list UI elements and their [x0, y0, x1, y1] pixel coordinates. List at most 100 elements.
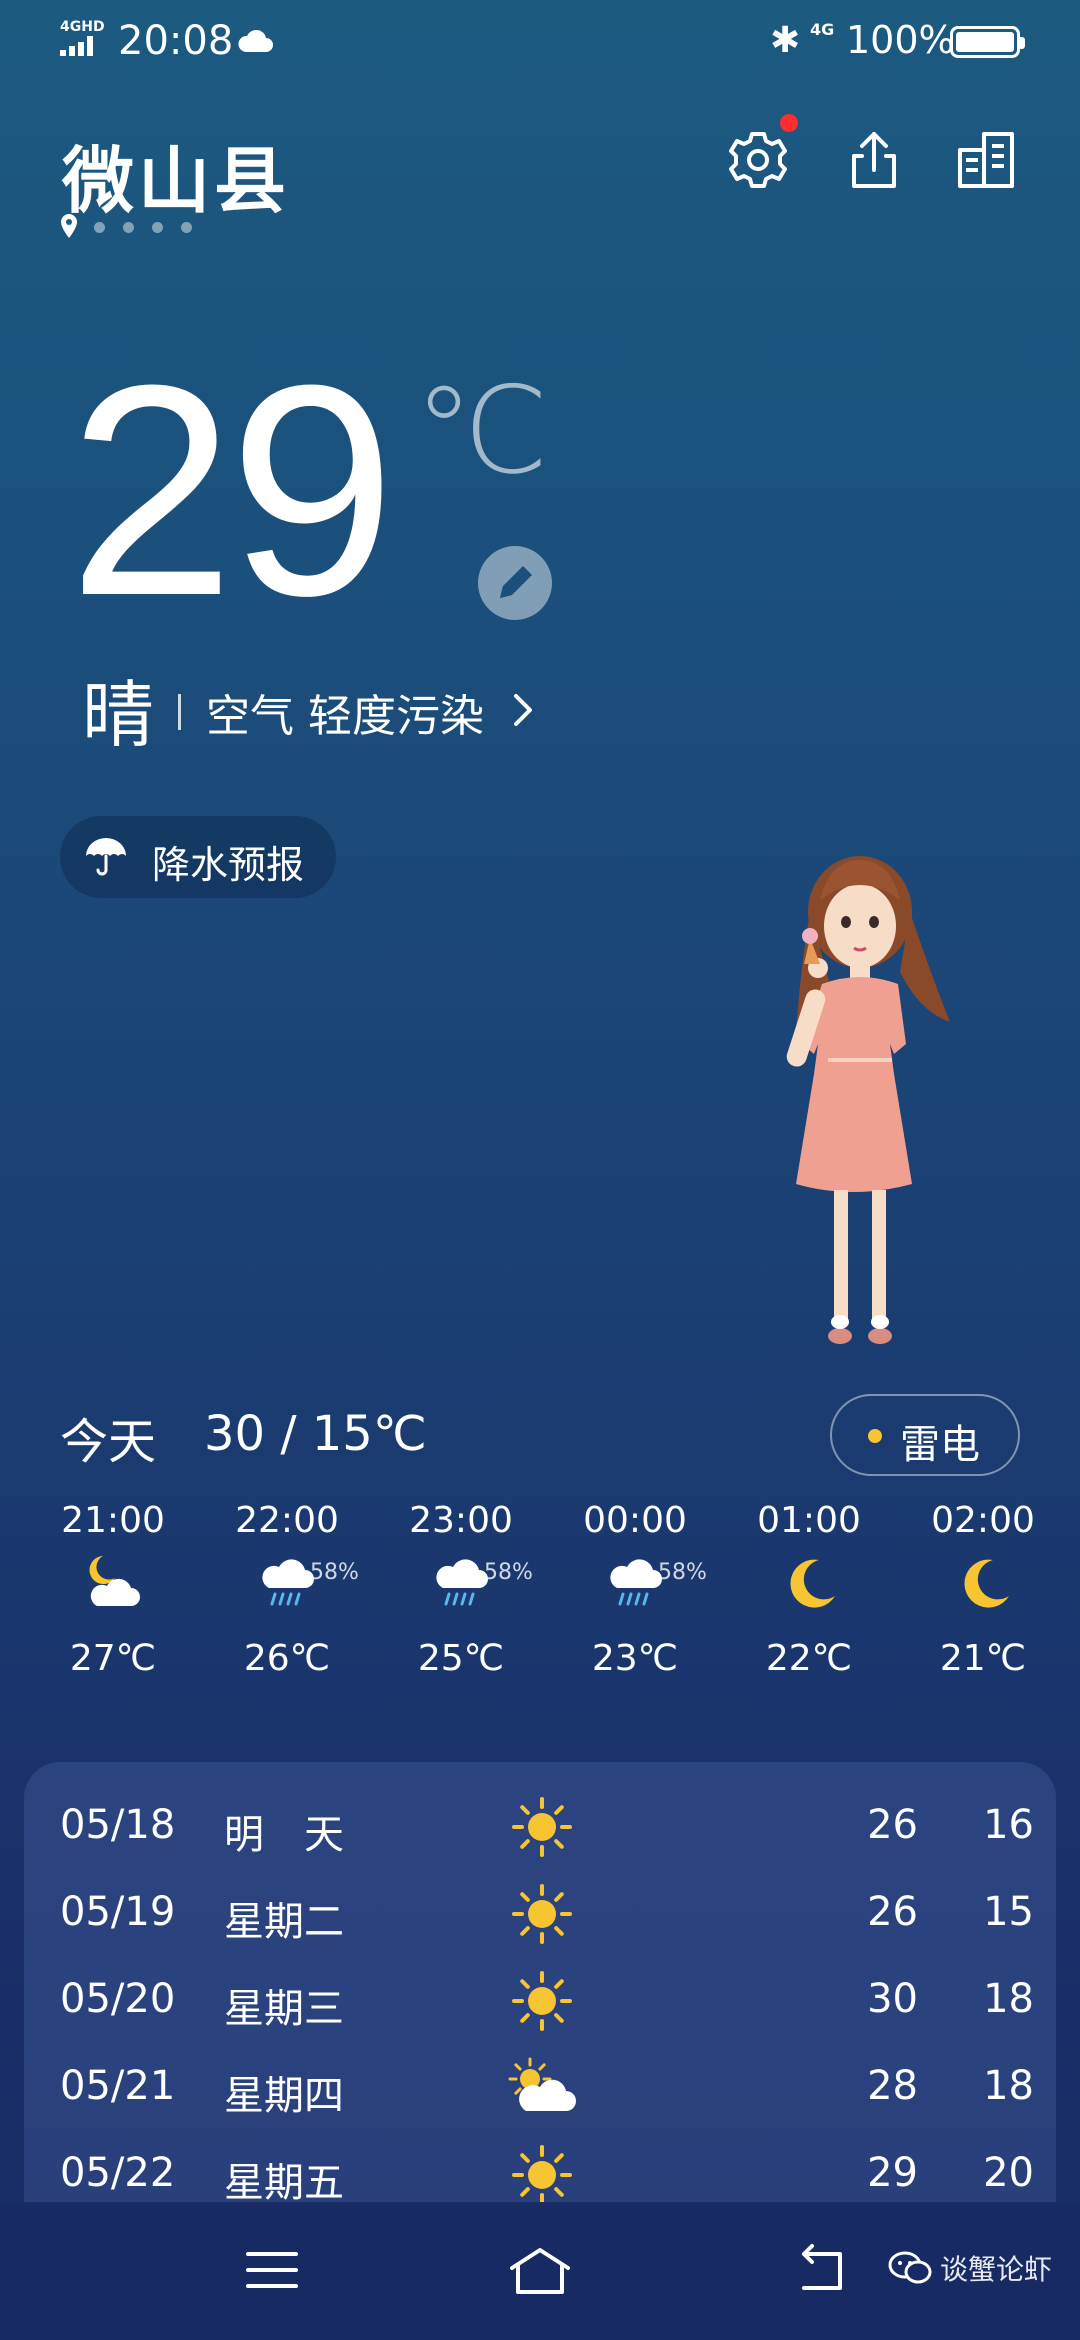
daily-date: 05/19 — [60, 1889, 176, 1935]
back-icon[interactable] — [790, 2242, 854, 2298]
hourly-temperature: 25℃ — [417, 1638, 505, 1679]
hourly-time: 21:00 — [61, 1500, 165, 1541]
daily-row[interactable]: 05/22 星期五 29 20 — [24, 2132, 1056, 2202]
air-quality-link[interactable]: 空气 轻度污染 — [206, 680, 484, 744]
weather-alert-label: 雷电 — [900, 1422, 980, 1468]
sun-icon — [504, 1970, 580, 2032]
daily-forecast-card[interactable]: 05/18 明 天 26 16 05/19 星期二 26 15 05/20 星期三 30 18 05/2… — [24, 1762, 1056, 2202]
page-dot — [123, 222, 134, 233]
status-bar: 4GHD 20:08 ✱ 4G 100% — [0, 0, 1080, 84]
daily-row[interactable]: 05/21 星期四 28 18 — [24, 2045, 1056, 2131]
menu-icon[interactable] — [240, 2242, 304, 2298]
signal-icon — [60, 36, 93, 56]
alert-dot-icon — [868, 1429, 882, 1443]
divider — [178, 694, 181, 730]
chevron-right-icon[interactable] — [508, 690, 538, 730]
hourly-time: 00:00 — [583, 1500, 687, 1541]
edit-button[interactable] — [478, 546, 552, 620]
page-dot — [152, 222, 163, 233]
navigation-bar: 谈蟹论虾 — [0, 2204, 1080, 2340]
hourly-time: 22:00 — [235, 1500, 339, 1541]
page-dot — [94, 222, 105, 233]
daily-date: 05/22 — [60, 2150, 176, 2196]
daily-high-temperature: 26 — [867, 1889, 918, 1935]
mobile-data-indicator: 4G — [810, 20, 835, 39]
daily-weekday: 星期二 — [224, 1899, 344, 1945]
today-label: 今天 — [60, 1414, 157, 1470]
hourly-temperature: 27℃ — [69, 1638, 157, 1679]
bluetooth-icon: ✱ — [770, 20, 801, 61]
hourly-temperature: 22℃ — [765, 1638, 853, 1679]
city-management-icon[interactable] — [954, 128, 1018, 192]
wechat-icon — [888, 2251, 932, 2284]
daily-row[interactable]: 05/18 明 天 26 16 — [24, 1784, 1056, 1870]
sun-icon — [504, 2144, 580, 2202]
hourly-item: 21:00 27℃ — [28, 1494, 198, 1694]
hourly-time: 23:00 — [409, 1500, 513, 1541]
page-dot — [181, 222, 192, 233]
battery-level — [956, 32, 1014, 52]
daily-weekday: 星期五 — [224, 2160, 344, 2202]
daily-date: 05/18 — [60, 1802, 176, 1848]
hourly-item: 23:00 58% 25℃ — [376, 1494, 546, 1694]
weather-alert-button[interactable]: 雷电 — [830, 1394, 1020, 1476]
weather-condition: 晴 — [82, 673, 155, 757]
daily-weekday: 星期四 — [224, 2073, 344, 2119]
precipitation-forecast-label: 降水预报 — [152, 843, 305, 887]
network-type: 4GHD — [60, 19, 105, 35]
daily-date: 05/21 — [60, 2063, 176, 2109]
share-icon[interactable] — [842, 128, 906, 192]
watermark-text: 谈蟹论虾 — [940, 2253, 1053, 2286]
hourly-time: 01:00 — [757, 1500, 861, 1541]
hourly-temperature: 26℃ — [243, 1638, 331, 1679]
precipitation-probability: 58% — [310, 1560, 359, 1585]
hourly-item: 01:00 22℃ — [724, 1494, 894, 1694]
home-icon[interactable] — [508, 2242, 572, 2298]
daily-low-temperature: 18 — [983, 2063, 1034, 2109]
daily-high-temperature: 30 — [867, 1976, 918, 2022]
location-pin-icon — [61, 214, 77, 238]
daily-high-temperature: 29 — [867, 2150, 918, 2196]
precipitation-probability: 58% — [484, 1560, 533, 1585]
sun-icon — [504, 1883, 580, 1945]
temperature-unit: ℃ — [414, 362, 549, 501]
hourly-temperature: 23℃ — [591, 1638, 679, 1679]
partly-cloudy-night-icon — [83, 1552, 145, 1612]
daily-low-temperature: 20 — [983, 2150, 1034, 2196]
settings-icon[interactable] — [726, 128, 790, 192]
daily-high-temperature: 28 — [867, 2063, 918, 2109]
moon-icon — [953, 1552, 1015, 1612]
page-indicator — [94, 222, 192, 233]
cloud-icon — [238, 29, 273, 52]
precipitation-probability: 58% — [658, 1560, 707, 1585]
hourly-temperature: 21℃ — [939, 1638, 1027, 1679]
daily-high-temperature: 26 — [867, 1802, 918, 1848]
daily-row[interactable]: 05/19 星期二 26 15 — [24, 1871, 1056, 1957]
daily-row[interactable]: 05/20 星期三 30 18 — [24, 1958, 1056, 2044]
daily-weekday: 明 天 — [224, 1812, 344, 1858]
watermark: 谈蟹论虾 — [888, 2248, 1052, 2288]
daily-date: 05/20 — [60, 1976, 176, 2022]
partly-cloudy-day-icon — [504, 2057, 580, 2119]
sun-icon — [504, 1796, 580, 1858]
umbrella-icon — [86, 838, 126, 876]
daily-weekday: 星期三 — [224, 1986, 344, 2032]
status-time: 20:08 — [118, 18, 234, 64]
hourly-time: 02:00 — [931, 1500, 1035, 1541]
city-name[interactable]: 微山县 — [62, 122, 290, 227]
hourly-item: 00:00 58% 23℃ — [550, 1494, 720, 1694]
precipitation-forecast-button[interactable]: 降水预报 — [60, 816, 336, 898]
current-temperature: 29 — [68, 322, 396, 658]
today-temperature-range: 30 / 15℃ — [204, 1406, 427, 1462]
hourly-item: 22:00 58% 26℃ — [202, 1494, 372, 1694]
daily-low-temperature: 18 — [983, 1976, 1034, 2022]
battery-percentage: 100% — [846, 18, 955, 62]
hourly-forecast[interactable]: 21:00 27℃ 22:00 58% 26℃ 23:00 58% 25℃ 00:00 58% 23… — [28, 1494, 1068, 1694]
daily-low-temperature: 16 — [983, 1802, 1034, 1848]
notification-badge — [780, 114, 798, 132]
battery-icon — [950, 26, 1025, 58]
weather-character-illustration — [786, 856, 950, 1344]
pencil-icon — [500, 566, 532, 598]
hourly-item: 02:00 21℃ — [898, 1494, 1068, 1694]
moon-icon — [779, 1552, 841, 1612]
